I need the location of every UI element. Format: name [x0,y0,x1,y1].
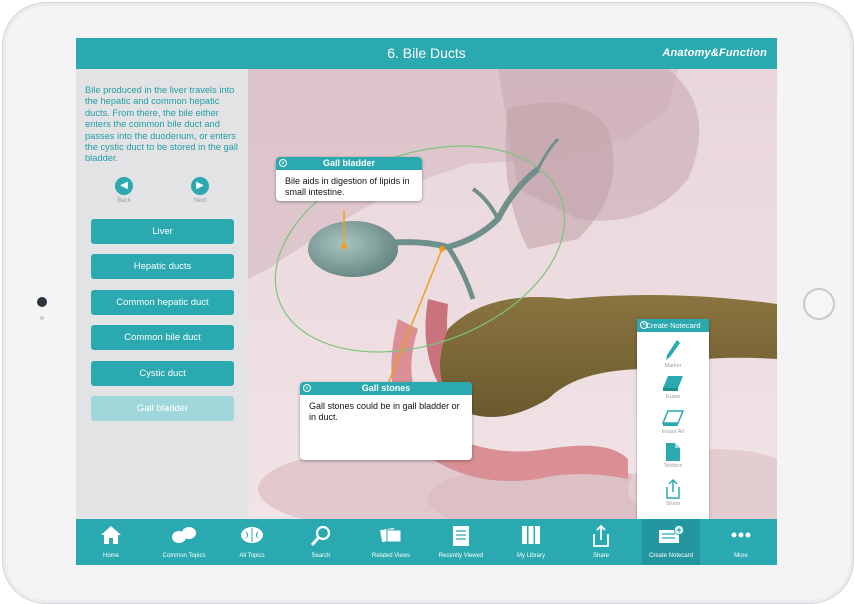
textbox-tool[interactable]: Textbox [637,443,709,469]
toolbar-related-views[interactable]: Related Views [364,519,418,565]
gall-bladder-popup: × Gall bladder Bile aids in digestion of… [276,157,422,201]
toolbar-all-topics[interactable]: All Topics [226,519,278,565]
toolbar-label: Share [592,553,609,559]
toolbar-label: Home [102,553,119,559]
tool-label: Erase All [662,429,684,435]
toolbar-share[interactable]: Share [576,519,626,565]
pencil-icon [666,340,680,360]
brand-logo: Anatomy&Function [662,47,767,59]
erase-all-tool[interactable]: Erase All [637,409,709,435]
toolbar-recently-viewed[interactable]: Recently Viewed [433,519,489,565]
tool-label: Erase [665,394,681,400]
toolbar-label: Search [311,553,331,559]
toolbar-label: Recently Viewed [438,553,484,559]
tool-label: Textbox [663,463,683,469]
close-icon[interactable]: × [279,159,287,167]
next-button[interactable]: ▶ [191,177,209,195]
popup-body: Gall stones could be in gall bladder or … [309,401,460,422]
brain-icon [241,527,263,543]
marker-tool[interactable]: Marker [637,339,709,369]
back-button[interactable]: ◀ [115,177,133,195]
app-screen: 6. Bile Ducts Anatomy&Function Bile prod… [76,38,777,565]
toolbar-label: My Library [516,553,545,559]
more-icon [731,532,751,538]
toolbar-more[interactable]: More [716,519,766,565]
toolbar-common-topics[interactable]: Common Topics [156,519,212,565]
intro-text: Bile produced in the liver travels into … [85,85,238,164]
topic-sidebar: Bile produced in the liver travels into … [76,69,248,519]
toolbar-home[interactable]: Home [86,519,136,565]
topic-button-common-hepatic-duct[interactable]: Common hepatic duct [91,290,234,315]
notecard-panel-title: Create Notecard [645,321,701,330]
notecard-tools-panel: × Create Notecard Marker Erase Erase All [637,319,709,519]
erase-all-icon [662,410,684,426]
topic-button-liver[interactable]: Liver [91,219,234,244]
toolbar-my-library[interactable]: My Library [506,519,556,565]
topic-button-common-bile-duct[interactable]: Common bile duct [91,325,234,350]
erase-tool[interactable]: Erase [637,374,709,400]
toolbar-search[interactable]: Search [296,519,346,565]
popup-header: × Gall bladder [276,157,422,170]
tool-label: Marker [664,363,682,369]
home-icon [101,526,121,544]
toolbar-label: Common Topics [162,553,206,559]
popup-title: Gall stones [361,383,411,393]
eraser-icon [663,376,683,391]
toolbar-label: Create Notecard [648,553,694,559]
toolbar-create-notecard[interactable]: Create Notecard [642,519,700,565]
title-bar: 6. Bile Ducts Anatomy&Function [76,38,777,69]
library-icon [522,526,540,544]
home-hardware-button[interactable] [803,288,835,320]
back-label: Back [117,198,131,204]
close-icon[interactable]: × [303,384,311,392]
toolbar-label: Related Views [371,553,411,559]
share-icon [666,479,680,499]
recent-icon [453,526,469,546]
toolbar-label: More [734,553,748,559]
topic-button-gall-bladder[interactable]: Gall bladder [91,396,234,421]
topic-button-hepatic-ducts[interactable]: Hepatic ducts [91,254,234,279]
toolbar-label: All Topics [239,553,265,559]
topic-button-cystic-duct[interactable]: Cystic duct [91,361,234,386]
chevron-right-icon: ▶ [196,180,204,191]
notecard-icon [659,525,684,543]
tool-label: Share [665,501,681,507]
share-icon [593,525,609,547]
related-views-icon [380,527,402,543]
notecard-panel-header: × Create Notecard [637,319,709,332]
close-icon[interactable]: × [640,321,648,329]
next-label: Next [193,198,207,204]
popup-body: Bile aids in digestion of lipids in smal… [285,176,410,197]
chevron-left-icon: ◀ [120,180,128,191]
camera-icon [37,297,47,307]
search-icon [310,525,331,546]
gall-stones-popup: × Gall stones Gall stones could be in ga… [300,382,472,460]
share-tool[interactable]: Share [637,479,709,507]
textbox-icon [666,443,680,461]
sensor-dot [40,316,44,320]
topics-icon [172,527,196,543]
popup-header: × Gall stones [300,382,472,395]
popup-title: Gall bladder [322,158,375,168]
bottom-toolbar: Home Common Topics All Topics Search Rel… [76,519,777,565]
